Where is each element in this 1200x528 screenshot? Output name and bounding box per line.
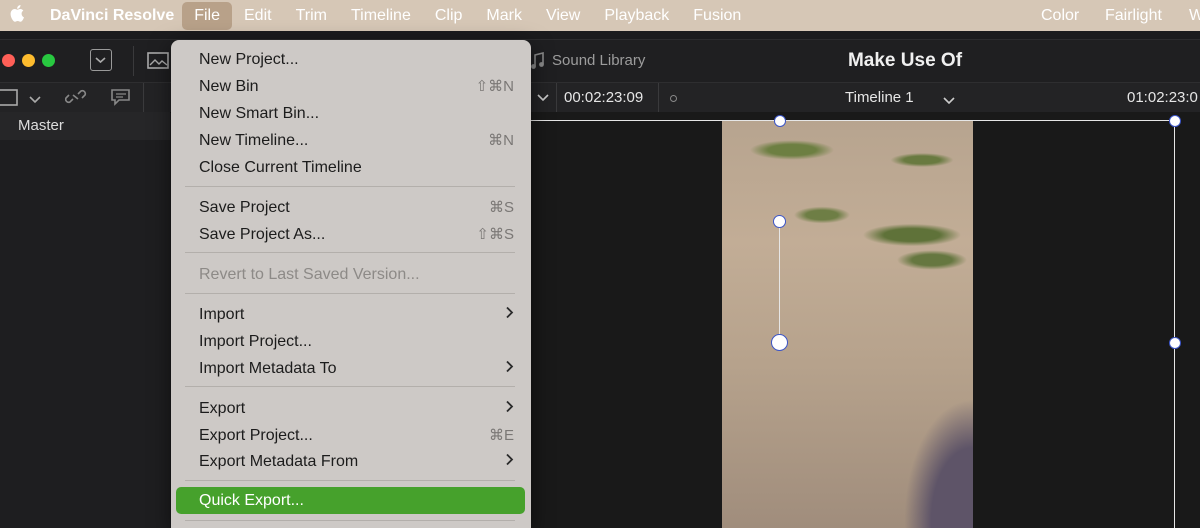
menu-separator: [185, 520, 515, 521]
transform-handle-right[interactable]: [1169, 337, 1181, 349]
menu-playback[interactable]: Playback: [592, 2, 681, 30]
rotation-arm: [779, 222, 780, 344]
menu-item-label: Export Metadata From: [199, 453, 359, 470]
chevron-right-icon: [505, 301, 514, 328]
menu-item-label: Import: [199, 306, 245, 323]
media-pool-sidebar: Master: [0, 112, 170, 528]
menu-item-label: Revert to Last Saved Version...: [199, 266, 420, 283]
transform-bounding-box-top: [530, 120, 1176, 121]
menu-item-save-project-as[interactable]: Save Project As... ⇧⌘S: [176, 221, 525, 248]
menu-separator: [185, 186, 515, 187]
menu-item-import-project[interactable]: Import Project...: [176, 328, 525, 355]
shortcut-label: ⌘S: [488, 199, 514, 216]
app-name-menu[interactable]: DaVinci Resolve: [50, 7, 174, 25]
menu-item-new-timeline[interactable]: New Timeline... ⌘N: [176, 127, 525, 154]
menu-item-new-smart-bin[interactable]: New Smart Bin...: [176, 100, 525, 127]
file-menu-dropdown: New Project... New Bin ⇧⌘N New Smart Bin…: [171, 40, 531, 528]
menu-fusion[interactable]: Fusion: [681, 2, 753, 30]
layout-icon[interactable]: [0, 89, 20, 111]
record-timecode: 01:02:23:0: [1127, 89, 1198, 106]
menu-item-export-project[interactable]: Export Project... ⌘E: [176, 422, 525, 449]
menu-separator: [185, 480, 515, 481]
menu-item-import[interactable]: Import: [176, 301, 525, 328]
indicator-dot-icon: [670, 95, 677, 102]
menu-item-save-project[interactable]: Save Project ⌘S: [176, 194, 525, 221]
chevron-right-icon: [505, 448, 514, 475]
menu-separator: [185, 386, 515, 387]
menu-file[interactable]: File: [182, 1, 232, 30]
menu-item-close-current-timeline[interactable]: Close Current Timeline: [176, 154, 525, 181]
menu-separator: [185, 252, 515, 253]
transform-bounding-box-right: [1174, 120, 1175, 528]
master-bin[interactable]: Master: [0, 112, 170, 140]
menu-edit[interactable]: Edit: [232, 2, 284, 30]
menu-item-label: Export: [199, 400, 246, 417]
comment-icon[interactable]: [110, 87, 132, 112]
menu-item-import-metadata-to[interactable]: Import Metadata To: [176, 355, 525, 382]
menu-item-export-metadata-from[interactable]: Export Metadata From: [176, 448, 525, 475]
menu-item-quick-export[interactable]: Quick Export...: [176, 487, 525, 514]
menu-item-label: Save Project: [199, 199, 290, 216]
menu-item-label: New Timeline...: [199, 132, 309, 149]
video-frame: [722, 120, 973, 528]
anchor-point-handle[interactable]: [771, 334, 788, 351]
menu-item-label: New Bin: [199, 78, 259, 95]
menu-item-label: New Smart Bin...: [199, 105, 320, 122]
shortcut-label: ⌘N: [488, 132, 514, 149]
rotation-handle[interactable]: [773, 215, 786, 228]
menu-item-label: Export Project...: [199, 427, 313, 444]
timeline-dropdown-icon[interactable]: [943, 93, 955, 111]
menu-item-label: New Project...: [199, 51, 299, 68]
menu-clip[interactable]: Clip: [423, 2, 475, 30]
menu-bar: DaVinci Resolve File Edit Trim Timeline …: [0, 0, 1200, 31]
apple-icon[interactable]: [0, 4, 36, 27]
chevron-right-icon: [505, 395, 514, 422]
transform-handle-top[interactable]: [774, 115, 786, 127]
video-viewer[interactable]: [530, 112, 1200, 528]
shortcut-label: ⇧⌘N: [475, 78, 514, 95]
menu-item-label: Import Project...: [199, 333, 312, 350]
menu-fairlight[interactable]: Fairlight: [1105, 0, 1162, 31]
shortcut-label: ⇧⌘S: [476, 226, 514, 243]
menu-item-export[interactable]: Export: [176, 395, 525, 422]
unlink-icon[interactable]: [64, 87, 87, 112]
menu-trim[interactable]: Trim: [284, 2, 339, 30]
menu-view[interactable]: View: [534, 2, 592, 30]
chevron-right-icon: [505, 355, 514, 382]
menu-item-label: Import Metadata To: [199, 360, 337, 377]
menu-item-new-bin[interactable]: New Bin ⇧⌘N: [176, 73, 525, 100]
menu-separator: [185, 293, 515, 294]
chevron-down-icon[interactable]: [530, 83, 557, 112]
menu-timeline[interactable]: Timeline: [339, 2, 423, 30]
menu-workspace[interactable]: W: [1189, 0, 1200, 31]
source-timecode: 00:02:23:09: [564, 89, 644, 106]
shortcut-label: ⌘E: [488, 427, 514, 444]
menu-mark[interactable]: Mark: [474, 2, 534, 30]
menu-item-label: Quick Export...: [199, 492, 304, 509]
menu-item-revert-to-last-saved: Revert to Last Saved Version...: [176, 261, 525, 288]
menu-color[interactable]: Color: [1041, 0, 1079, 31]
transform-handle-top-right[interactable]: [1169, 115, 1181, 127]
chevron-down-icon[interactable]: [29, 92, 41, 110]
menu-item-new-project[interactable]: New Project...: [176, 46, 525, 73]
menu-item-label: Close Current Timeline: [199, 159, 362, 176]
timeline-name[interactable]: Timeline 1: [845, 89, 914, 106]
menu-item-label: Save Project As...: [199, 226, 326, 243]
